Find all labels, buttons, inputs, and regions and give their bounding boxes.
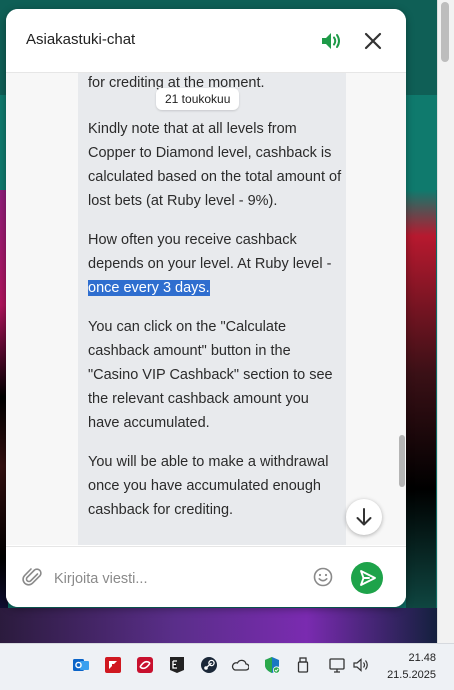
background-game-thumbnails-right [406, 190, 436, 643]
smiley-icon [313, 567, 333, 587]
arrow-down-icon [356, 508, 372, 526]
message-paragraph: You will be able to make a withdrawal on… [88, 454, 329, 518]
clock-date[interactable]: 21.5.2025 [381, 669, 436, 681]
emoji-button[interactable] [312, 566, 334, 588]
windows-taskbar: 21.48 21.5.2025 [0, 643, 454, 690]
message-scrollbar-thumb[interactable] [399, 435, 405, 487]
date-chip: 21 toukokuu [156, 88, 240, 110]
message-paragraph: How often you receive cashback depends o… [88, 228, 343, 300]
sound-toggle-button[interactable] [319, 30, 343, 52]
support-chat-window: Asiakastuki-chat for crediting at the mo… [6, 9, 406, 607]
message-paragraph: Kindly note that at all levels from Copp… [88, 121, 342, 209]
usb-icon[interactable] [294, 656, 312, 674]
message-paragraph: You can click on the "Calculate cashback… [88, 319, 333, 431]
message-composer [6, 546, 406, 607]
amd-software-icon[interactable] [136, 656, 154, 674]
attach-file-button[interactable] [22, 566, 44, 588]
send-icon [360, 570, 376, 586]
message-list[interactable]: for crediting at the moment. Kindly note… [6, 73, 406, 545]
amd-icon[interactable] [104, 656, 122, 674]
epic-games-icon[interactable] [168, 656, 186, 674]
volume-icon[interactable] [352, 656, 370, 674]
scroll-to-bottom-button[interactable] [346, 499, 382, 535]
paperclip-icon [22, 568, 42, 586]
page-scrollbar[interactable] [437, 0, 454, 643]
background-game-tile [0, 608, 438, 643]
chat-title: Asiakastuki-chat [26, 31, 136, 48]
steam-icon[interactable] [200, 656, 218, 674]
close-icon [364, 32, 382, 50]
onedrive-icon[interactable] [231, 656, 250, 674]
send-button[interactable] [351, 562, 383, 594]
selected-text: once every 3 days. [88, 280, 210, 296]
close-chat-button[interactable] [361, 29, 385, 53]
chat-header: Asiakastuki-chat [6, 9, 406, 73]
message-input[interactable] [52, 565, 296, 593]
defender-icon[interactable] [263, 656, 281, 674]
clock-time[interactable]: 21.48 [396, 652, 436, 664]
page-scrollbar-thumb[interactable] [441, 2, 449, 62]
outlook-icon[interactable] [72, 656, 90, 674]
network-icon[interactable] [328, 656, 346, 674]
message-text: How often you receive cashback depends o… [88, 232, 332, 272]
speaker-icon [322, 33, 340, 49]
